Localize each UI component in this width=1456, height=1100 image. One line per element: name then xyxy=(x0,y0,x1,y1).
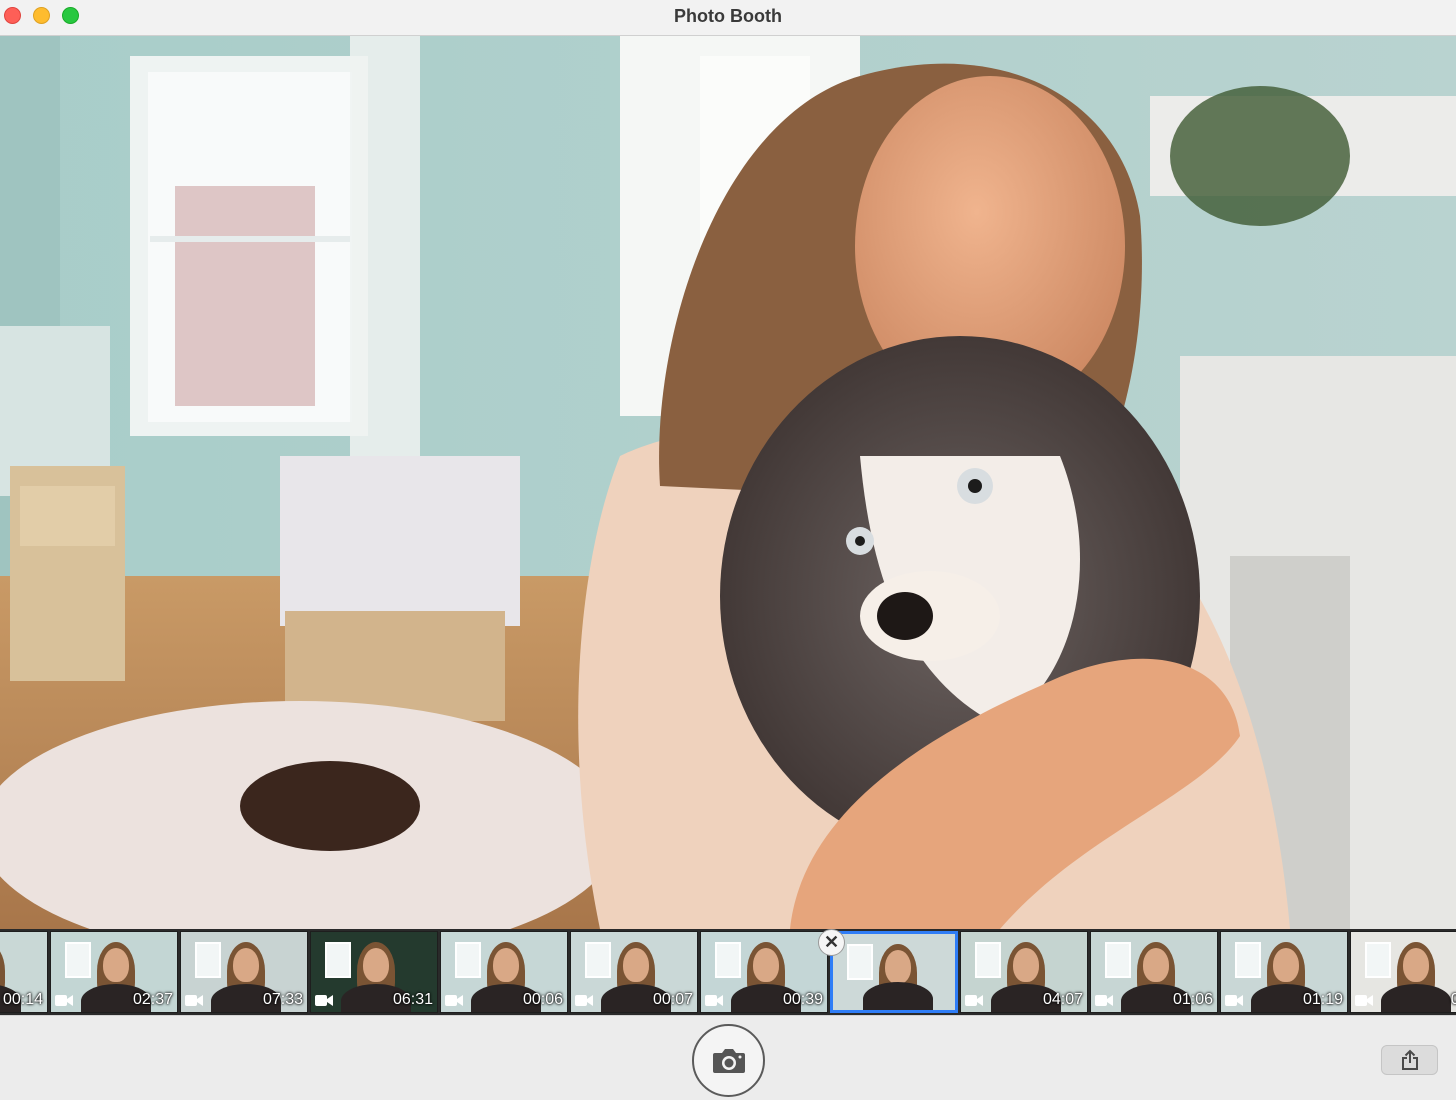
thumbnail-duration: 01:06 xyxy=(1172,991,1213,1008)
thumbnail-body xyxy=(863,982,933,1010)
thumbnail-duration: 06: xyxy=(1451,991,1456,1009)
thumbnail-window xyxy=(195,942,221,978)
take-photo-button[interactable] xyxy=(692,1024,765,1097)
video-camera-icon xyxy=(1225,995,1243,1006)
thumbnail-duration: 06:31 xyxy=(392,991,433,1008)
share-icon xyxy=(1401,1049,1418,1070)
thumbnail-body xyxy=(1381,984,1451,1012)
thumbnail-face xyxy=(885,950,911,984)
video-camera-icon xyxy=(575,995,593,1006)
thumbnail-face xyxy=(753,948,779,982)
video-camera-icon xyxy=(55,995,73,1006)
thumbnail-face xyxy=(1403,948,1429,982)
thumbnail-window xyxy=(1105,942,1131,978)
thumbnail[interactable]: 00:14 xyxy=(0,931,48,1013)
thumbnail-window xyxy=(65,942,91,978)
thumbnail-duration: 00:14 xyxy=(2,991,43,1008)
thumbnail-face xyxy=(623,948,649,982)
thumbnail-duration: 02:37 xyxy=(132,991,173,1008)
thumbnail-face xyxy=(363,948,389,982)
thumbnail[interactable]: 00:39 xyxy=(700,931,828,1013)
live-camera-image xyxy=(0,36,1456,929)
video-camera-icon xyxy=(965,995,983,1006)
thumbnail-strip[interactable]: 00:14 02:37 07:33 06:31 00:06 00:07 00:39 04:07… xyxy=(0,929,1456,1015)
camera-icon xyxy=(712,1048,745,1073)
thumbnail-duration: 00:39 xyxy=(782,991,823,1008)
thumbnail-duration: 07:33 xyxy=(262,991,303,1008)
delete-thumbnail-button[interactable]: ✕ xyxy=(818,929,845,956)
thumbnail-window xyxy=(1235,942,1261,978)
thumbnail[interactable]: 02:37 xyxy=(50,931,178,1013)
thumbnail[interactable]: 07:33 xyxy=(180,931,308,1013)
thumbnail-duration: 01:19 xyxy=(1302,991,1343,1008)
thumbnail[interactable]: 00:07 xyxy=(570,931,698,1013)
thumbnail[interactable]: 01:19 xyxy=(1220,931,1348,1013)
thumbnail-window xyxy=(975,942,1001,978)
thumbnail-face xyxy=(493,948,519,982)
video-camera-icon xyxy=(705,995,723,1006)
thumbnail-face xyxy=(1273,948,1299,982)
thumbnail-window xyxy=(847,944,873,980)
thumbnail[interactable]: 06:31 xyxy=(310,931,438,1013)
camera-preview xyxy=(0,36,1456,929)
thumbnail-duration: 00:07 xyxy=(652,991,693,1008)
photo-booth-window: Photo Booth 00:14 02:37 07:33 06:31 00:0… xyxy=(0,0,1456,1100)
bottom-toolbar xyxy=(0,1015,1456,1100)
thumbnail-window xyxy=(1365,942,1391,978)
thumbnail-duration: 00:06 xyxy=(522,991,563,1008)
window-title: Photo Booth xyxy=(674,6,782,26)
thumbnail-window xyxy=(715,942,741,978)
share-button[interactable] xyxy=(1381,1045,1438,1075)
thumbnail-face xyxy=(1143,948,1169,982)
thumbnail[interactable]: 01:06 xyxy=(1090,931,1218,1013)
video-camera-icon xyxy=(1095,995,1113,1006)
video-camera-icon xyxy=(315,995,333,1006)
thumbnail-face xyxy=(103,948,129,982)
thumbnail-face xyxy=(1013,948,1039,982)
thumbnail[interactable]: 04:07 xyxy=(960,931,1088,1013)
close-icon: ✕ xyxy=(823,932,840,952)
thumbnail-selected[interactable] xyxy=(830,931,958,1013)
thumbnail-duration: 04:07 xyxy=(1042,991,1083,1008)
thumbnail-window xyxy=(455,942,481,978)
thumbnail-window xyxy=(325,942,351,978)
thumbnail[interactable]: 00:06 xyxy=(440,931,568,1013)
video-camera-icon xyxy=(1355,995,1373,1006)
thumbnail-face xyxy=(233,948,259,982)
thumbnail[interactable]: 06: xyxy=(1350,931,1456,1013)
video-camera-icon xyxy=(445,995,463,1006)
title-bar: Photo Booth xyxy=(0,0,1456,36)
video-camera-icon xyxy=(185,995,203,1006)
thumbnail-window xyxy=(585,942,611,978)
